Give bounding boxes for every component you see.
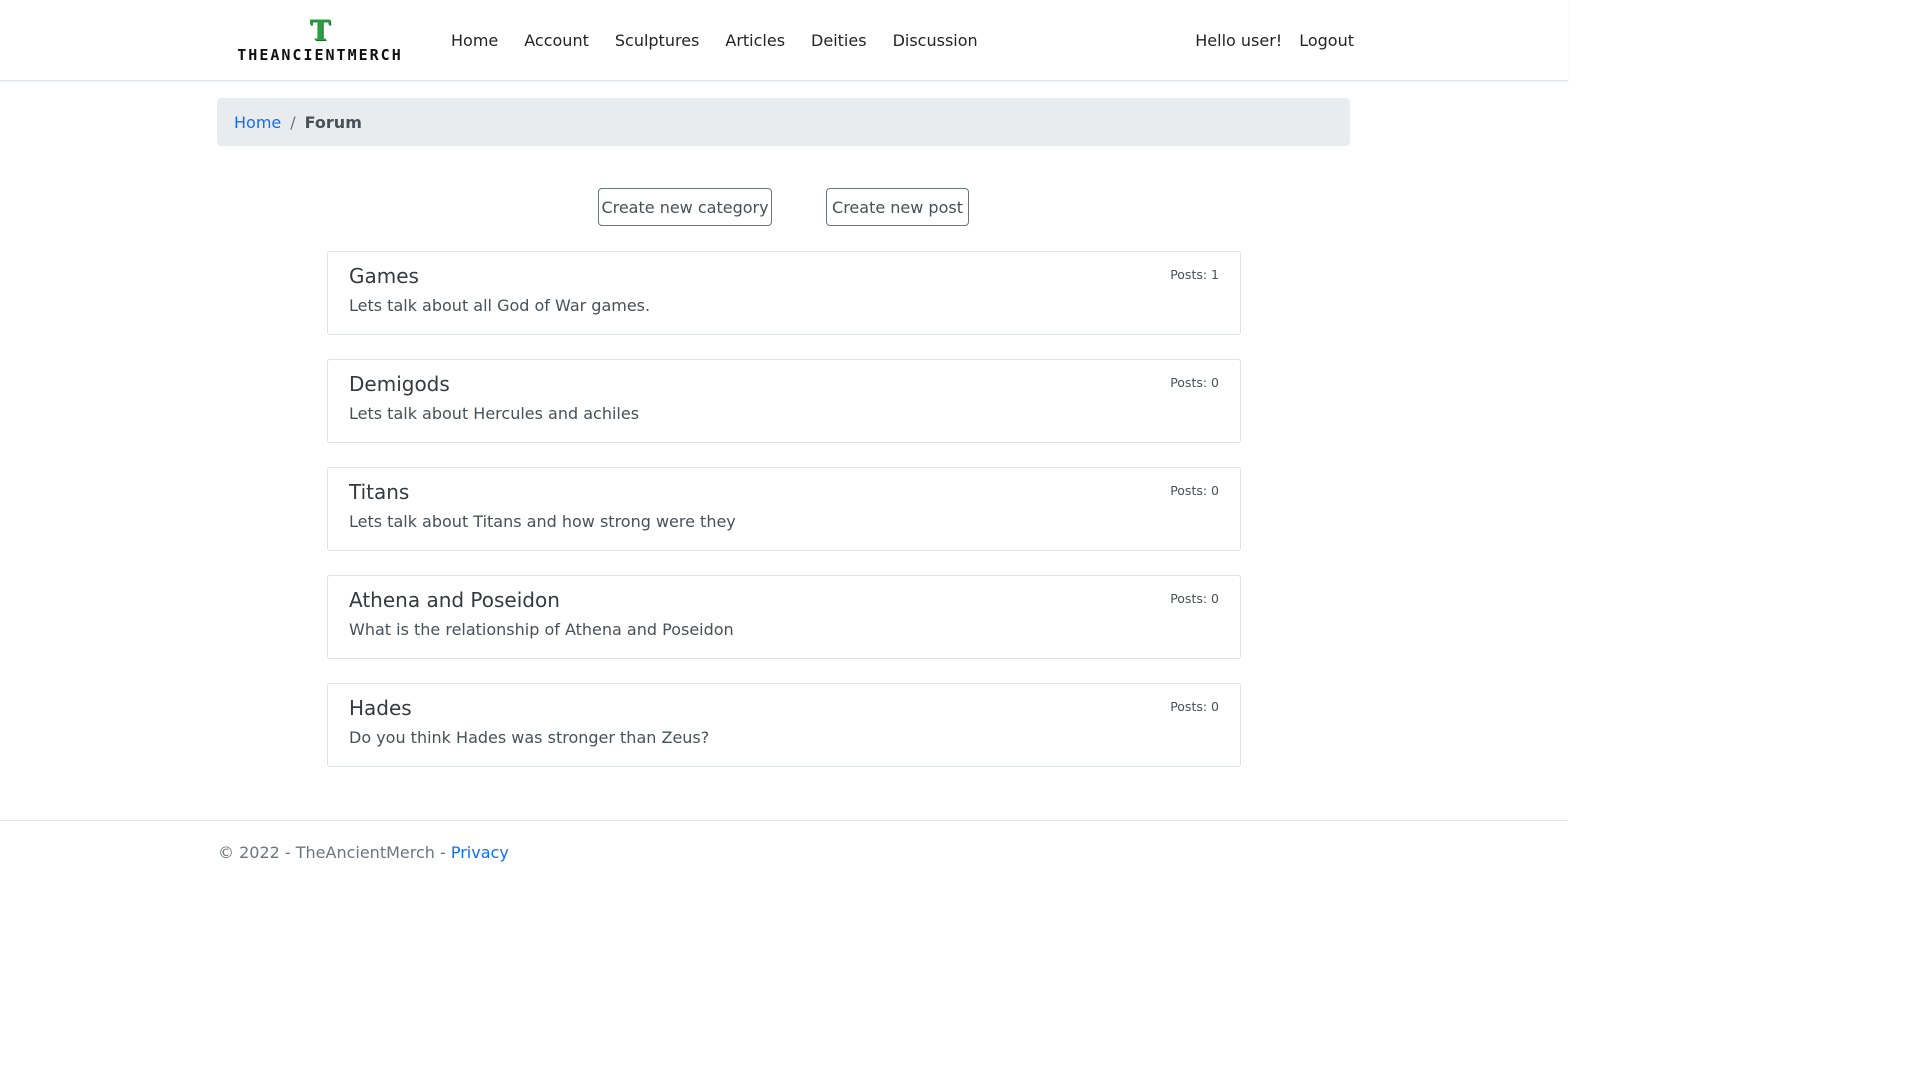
category-description: Do you think Hades was stronger than Zeu… (349, 728, 710, 747)
breadcrumb-current: Forum (304, 112, 362, 132)
category-description: What is the relationship of Athena and P… (349, 620, 734, 639)
category-title[interactable]: Athena and Poseidon (349, 588, 560, 612)
category-description: Lets talk about all God of War games. (349, 296, 651, 315)
category-title[interactable]: Titans (349, 480, 409, 504)
logo-letter: T (309, 14, 331, 47)
category-title[interactable]: Demigods (349, 372, 450, 396)
nav-deities[interactable]: Deities (798, 28, 880, 54)
nav-sculptures[interactable]: Sculptures (602, 28, 713, 54)
breadcrumb: Home / Forum (217, 98, 1350, 146)
create-category-button[interactable]: Create new category (598, 188, 772, 226)
category-post-count: Posts: 0 (1170, 375, 1219, 390)
category-description: Lets talk about Hercules and achiles (349, 404, 640, 423)
category-post-count: Posts: 0 (1170, 699, 1219, 714)
breadcrumb-separator: / (290, 112, 296, 132)
site-logo[interactable]: T THEANCIENTMERCH (222, 16, 418, 66)
user-greeting: Hello user! (1195, 31, 1283, 50)
user-menu: Hello user! Logout (1195, 28, 1354, 54)
category-post-count: Posts: 1 (1170, 267, 1219, 282)
footer-content: © 2022 - TheAncientMerch - Privacy (218, 843, 509, 862)
logo-text: THEANCIENTMERCH (237, 46, 403, 64)
create-post-button[interactable]: Create new post (826, 188, 969, 226)
nav-home[interactable]: Home (438, 28, 511, 54)
category-title[interactable]: Hades (349, 696, 412, 720)
logout-link[interactable]: Logout (1299, 28, 1354, 54)
category-card-titans[interactable]: Titans Lets talk about Titans and how st… (327, 467, 1241, 551)
main-nav: Home Account Sculptures Articles Deities… (438, 28, 991, 54)
category-list: Games Lets talk about all God of War gam… (327, 251, 1241, 791)
category-description: Lets talk about Titans and how strong we… (349, 512, 736, 531)
category-card-hades[interactable]: Hades Do you think Hades was stronger th… (327, 683, 1241, 767)
nav-account[interactable]: Account (511, 28, 602, 54)
category-card-games[interactable]: Games Lets talk about all God of War gam… (327, 251, 1241, 335)
footer-copyright: © 2022 - TheAncientMerch - (218, 843, 451, 862)
page-footer: © 2022 - TheAncientMerch - Privacy (0, 820, 1568, 883)
top-navbar: T THEANCIENTMERCH Home Account Sculpture… (0, 0, 1568, 81)
privacy-link[interactable]: Privacy (451, 843, 509, 862)
category-card-demigods[interactable]: Demigods Lets talk about Hercules and ac… (327, 359, 1241, 443)
category-post-count: Posts: 0 (1170, 483, 1219, 498)
nav-discussion[interactable]: Discussion (880, 28, 991, 54)
category-title[interactable]: Games (349, 264, 419, 288)
category-post-count: Posts: 0 (1170, 591, 1219, 606)
nav-articles[interactable]: Articles (712, 28, 798, 54)
category-card-athena-poseidon[interactable]: Athena and Poseidon What is the relation… (327, 575, 1241, 659)
breadcrumb-home-link[interactable]: Home (234, 113, 281, 132)
